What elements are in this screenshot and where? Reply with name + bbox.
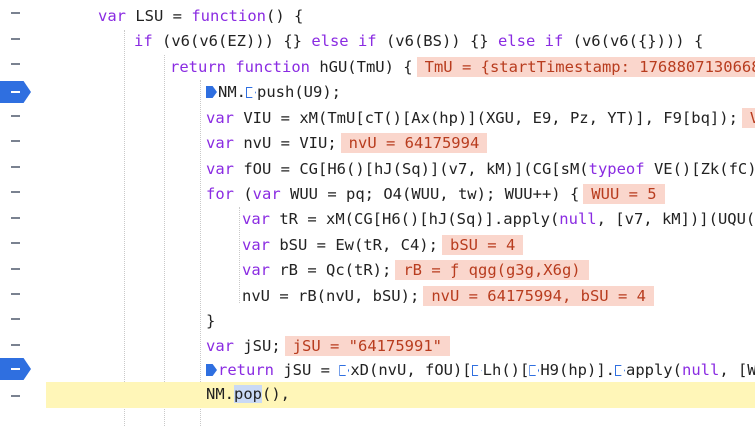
code-text: apply( bbox=[625, 361, 682, 379]
dash-icon[interactable] bbox=[11, 166, 20, 168]
dash-icon[interactable] bbox=[11, 63, 20, 65]
inline-value[interactable]: rB = ƒ qgg(g3g,X6g) bbox=[395, 260, 589, 280]
code-keyword: null bbox=[681, 361, 720, 379]
inline-breakpoint-icon[interactable] bbox=[529, 365, 540, 376]
code-line[interactable]: return function hGU(TmU) {TmU = {startTi… bbox=[46, 55, 755, 80]
code-text: jSU = bbox=[274, 361, 340, 379]
inline-value[interactable]: VI bbox=[741, 108, 755, 128]
dash-icon[interactable] bbox=[11, 242, 20, 244]
code-text: VE()[Zk(fC)], bbox=[653, 160, 755, 178]
inline-value[interactable]: nvU = 64175994 bbox=[340, 133, 488, 153]
code-line[interactable]: var bSU = Ew(tR, C4); bSU = 4 bbox=[46, 233, 755, 258]
code-keyword: var bbox=[206, 160, 234, 178]
inline-breakpoint-icon[interactable] bbox=[246, 87, 256, 98]
code-text: tR = xM(CG[H6()[hJ(Sq)].apply( bbox=[270, 210, 560, 228]
code-keyword: function bbox=[191, 7, 266, 25]
inline-value[interactable]: jSU = "64175991" bbox=[284, 336, 450, 356]
code-keyword: var bbox=[252, 185, 281, 203]
inline-breakpoint-icon[interactable] bbox=[206, 86, 217, 98]
code-keyword: var bbox=[98, 7, 126, 25]
code-text: (v6(v6(EZ))) {} bbox=[152, 32, 312, 50]
code-keyword: var bbox=[242, 261, 270, 279]
inline-value[interactable]: WUU = 5 bbox=[583, 184, 665, 204]
code-text: rB = Qc(tR); bbox=[270, 261, 392, 279]
code-text: NM. bbox=[206, 385, 234, 403]
code-keyword: var bbox=[206, 337, 234, 355]
dash-icon[interactable] bbox=[11, 38, 20, 40]
dash-icon[interactable] bbox=[11, 217, 20, 219]
line-gutter[interactable] bbox=[0, 0, 46, 426]
dash-icon[interactable] bbox=[11, 318, 20, 320]
inline-breakpoint-icon[interactable] bbox=[339, 365, 350, 376]
code-line[interactable]: NM. push(U9); bbox=[46, 80, 755, 105]
inline-value[interactable]: nvU = 64175994, bSU = 4 bbox=[423, 286, 654, 306]
code-text: (), bbox=[262, 385, 290, 403]
code-text: , [Wr bbox=[719, 361, 755, 379]
dash-icon[interactable] bbox=[11, 115, 20, 117]
code-line[interactable]: return jSU = xD(nvU, fOU)[ Lh()[ H9(hp)]. a… bbox=[46, 358, 755, 383]
code-text: , [v7, kM])](UQU(VI bbox=[596, 210, 755, 228]
code-text: push(U9); bbox=[257, 83, 341, 101]
dash-icon[interactable] bbox=[11, 191, 20, 193]
code-keyword: var bbox=[242, 210, 270, 228]
dash-icon[interactable] bbox=[11, 140, 20, 142]
code-line[interactable]: var VIU = xM(TmU[cT()[Ax(hp)](XGU, E9, P… bbox=[46, 106, 755, 131]
code-text: nvU = VIU; bbox=[234, 134, 337, 152]
dash-icon[interactable] bbox=[11, 12, 20, 14]
selected-text: pop bbox=[234, 385, 262, 403]
dash-icon[interactable] bbox=[11, 293, 20, 295]
dash-icon[interactable] bbox=[11, 395, 20, 397]
code-keyword: null bbox=[559, 210, 597, 228]
code-text: bSU = Ew(tR, C4); bbox=[270, 236, 438, 254]
code-text: H9(hp)]. bbox=[540, 361, 615, 379]
code-line[interactable]: var tR = xM(CG[H6()[hJ(Sq)].apply(null, … bbox=[46, 207, 755, 232]
code-line[interactable]: } bbox=[46, 309, 755, 334]
code-line[interactable]: var jSU; jSU = "64175991" bbox=[46, 334, 755, 359]
code-keyword: for bbox=[206, 185, 234, 203]
inline-breakpoint-icon[interactable] bbox=[471, 365, 482, 376]
dash-icon[interactable] bbox=[11, 344, 20, 346]
code-keyword: if bbox=[134, 32, 153, 50]
code-keyword: return function bbox=[170, 58, 310, 76]
code-text: nvU = rB(nvU, bSU); bbox=[242, 287, 420, 305]
breakpoint-arrow-icon[interactable] bbox=[0, 81, 31, 103]
code-text: hGU(TmU) { bbox=[309, 58, 413, 76]
code-text: (v6(v6({}))) { bbox=[563, 32, 704, 50]
code-line[interactable]: nvU = rB(nvU, bSU); nvU = 64175994, bSU =… bbox=[46, 284, 755, 309]
code-keyword: var bbox=[242, 236, 270, 254]
code-line[interactable]: var LSU = function() { bbox=[46, 4, 755, 29]
code-keyword: return bbox=[218, 361, 274, 379]
code-line[interactable]: var rB = Qc(tR); rB = ƒ qgg(g3g,X6g) bbox=[46, 258, 755, 283]
code-line[interactable]: for (var WUU = pq; O4(WUU, tw); WUU++) {… bbox=[46, 182, 755, 207]
code-line[interactable]: if (v6(v6(EZ))) {} else if (v6(BS)) {} e… bbox=[46, 29, 755, 54]
inline-value[interactable]: bSU = 4 bbox=[441, 235, 524, 255]
inline-breakpoint-icon[interactable] bbox=[614, 365, 625, 376]
dash-icon[interactable] bbox=[11, 268, 20, 270]
code-text: } bbox=[206, 312, 216, 330]
code-text: Lh()[ bbox=[482, 361, 530, 379]
code-line[interactable]: var fOU = CG[H6()[hJ(Sq)](v7, kM)](CG[sM… bbox=[46, 157, 755, 182]
code-text: fOU = CG[H6()[hJ(Sq)](v7, kM)](CG[sM( bbox=[234, 160, 589, 178]
code-text: WUU = pq; O4(WUU, tw); WUU++) { bbox=[280, 185, 580, 203]
code-keyword: var bbox=[206, 134, 234, 152]
code-line[interactable]: var nvU = VIU; nvU = 64175994 bbox=[46, 131, 755, 156]
code-text: xD(nvU, fOU)[ bbox=[350, 361, 472, 379]
code-keyword: var bbox=[206, 109, 234, 127]
inline-breakpoint-icon[interactable] bbox=[206, 364, 217, 376]
code-keyword: else if bbox=[311, 32, 377, 50]
breakpoint-arrow-icon[interactable] bbox=[0, 358, 31, 380]
code-keyword: else if bbox=[497, 32, 564, 50]
code-text: ( bbox=[234, 185, 253, 203]
code-text: NM. bbox=[218, 83, 246, 101]
paused-line[interactable]: NM.pop(), bbox=[46, 382, 755, 408]
inline-value[interactable]: TmU = {startTimestamp: 1768807130668, bbox=[416, 57, 755, 77]
code-text: VIU = xM(TmU[cT()[Ax(hp)](XGU, E9, Pz, Y… bbox=[234, 109, 738, 127]
code-text: (v6(BS)) {} bbox=[376, 32, 498, 50]
code-keyword: typeof bbox=[588, 160, 645, 178]
code-text: () { bbox=[265, 7, 304, 25]
code-text: LSU = bbox=[126, 7, 192, 25]
code-editor[interactable]: var LSU = function() { if (v6(v6(EZ))) {… bbox=[46, 0, 755, 426]
code-text: jSU; bbox=[234, 337, 281, 355]
